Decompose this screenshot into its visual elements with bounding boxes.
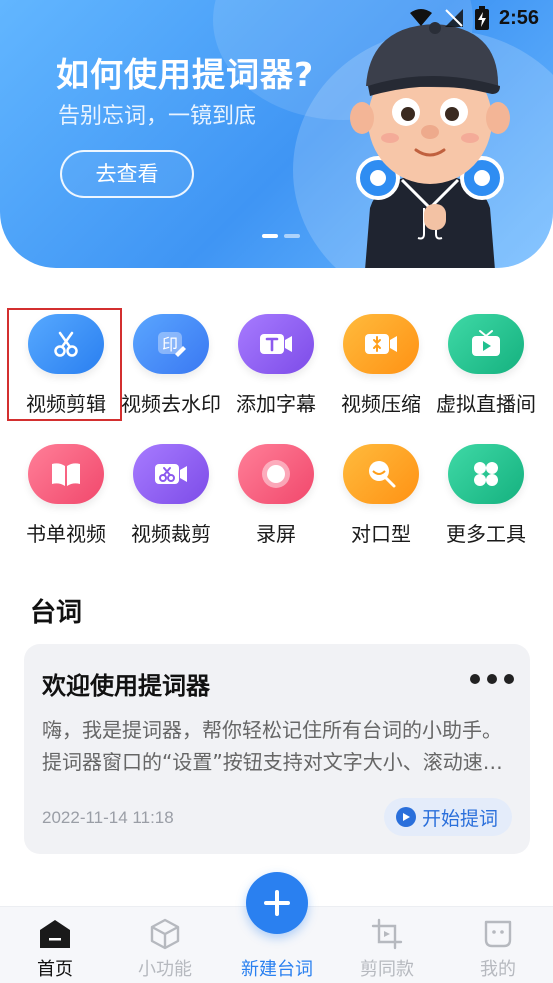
tool-label: 视频去水印: [121, 392, 221, 416]
start-prompt-button[interactable]: 开始提词: [383, 798, 512, 836]
banner-title: 如何使用提词器?: [56, 55, 315, 94]
more-options-icon[interactable]: [470, 674, 514, 684]
status-time: 2:56: [498, 6, 539, 29]
cube-icon: [149, 917, 181, 951]
tv-play-icon: [448, 314, 524, 374]
tool-video-edit[interactable]: 视频剪辑: [14, 314, 118, 417]
tool-label: 录屏: [256, 522, 296, 546]
script-date: 2022-11-14 11:18: [42, 808, 174, 827]
book-icon: [28, 444, 104, 504]
crop-frame-icon: [371, 917, 403, 951]
nav-label: 小功能: [138, 959, 192, 980]
tool-label: 更多工具: [446, 522, 526, 546]
page-dot: [284, 234, 300, 238]
tool-lip-sync[interactable]: 对口型: [329, 444, 433, 547]
section-title: 台词: [30, 598, 83, 628]
banner-subtitle: 告别忘词，一镜到底: [58, 104, 257, 129]
tool-add-subtitle[interactable]: 添加字幕: [224, 314, 328, 417]
tool-label: 视频压缩: [341, 392, 421, 416]
tool-label: 书单视频: [26, 522, 106, 546]
no-signal-icon: [443, 7, 465, 29]
play-icon: [395, 807, 416, 827]
tool-virtual-live[interactable]: 虚拟直播间: [434, 314, 538, 417]
nav-label: 我的: [480, 959, 516, 980]
promo-banner[interactable]: 如何使用提词器? 告别忘词，一镜到底 去查看: [0, 0, 553, 268]
new-script-label[interactable]: 新建台词: [226, 955, 328, 981]
tool-compress-video[interactable]: 视频压缩: [329, 314, 433, 417]
compress-video-icon: [343, 314, 419, 374]
text-video-icon: [238, 314, 314, 374]
tool-label: 对口型: [351, 522, 411, 546]
watermark-stamp-icon: 印: [133, 314, 209, 374]
nav-label: 首页: [37, 959, 73, 980]
lip-sync-icon: [343, 444, 419, 504]
mascot-illustration: [350, 22, 510, 268]
svg-text:印: 印: [162, 335, 178, 354]
scissors-icon: [28, 314, 104, 374]
nav-home[interactable]: 首页: [0, 907, 110, 983]
nav-label: 剪同款: [360, 959, 414, 980]
tool-crop-video[interactable]: 视频裁剪: [119, 444, 223, 547]
battery-charging-icon: [474, 6, 489, 30]
banner-view-button[interactable]: 去查看: [60, 150, 194, 198]
script-card[interactable]: 欢迎使用提词器 嗨，我是提词器，帮你轻松记住所有台词的小助手。提词器窗口的“设置…: [24, 644, 530, 854]
nav-mine[interactable]: 我的: [443, 907, 553, 983]
tool-label: 视频裁剪: [131, 522, 211, 546]
tool-label: 视频剪辑: [26, 392, 106, 416]
script-preview: 嗨，我是提词器，帮你轻松记住所有台词的小助手。提词器窗口的“设置”按钮支持对文字…: [42, 718, 503, 774]
page-dot-active: [262, 234, 278, 238]
script-title: 欢迎使用提词器: [42, 672, 210, 700]
new-script-button[interactable]: [246, 872, 308, 934]
tool-screen-record[interactable]: 录屏: [224, 444, 328, 547]
banner-page-indicator: [262, 234, 300, 238]
tool-remove-watermark[interactable]: 印 视频去水印: [119, 314, 223, 417]
record-icon: [238, 444, 314, 504]
tool-booklist-video[interactable]: 书单视频: [14, 444, 118, 547]
profile-face-icon: [482, 917, 514, 951]
nav-template[interactable]: 剪同款: [332, 907, 442, 983]
status-bar: 2:56: [0, 0, 553, 36]
tool-label: 添加字幕: [236, 392, 316, 416]
tool-more[interactable]: 更多工具: [434, 444, 538, 547]
plus-icon: [264, 890, 290, 916]
home-icon: [38, 917, 72, 951]
crop-video-icon: [133, 444, 209, 504]
wifi-icon: [409, 8, 433, 28]
start-prompt-label: 开始提词: [421, 807, 498, 830]
nav-mini-tools[interactable]: 小功能: [110, 907, 220, 983]
grid-more-icon: [448, 444, 524, 504]
tool-label: 虚拟直播间: [436, 392, 536, 416]
